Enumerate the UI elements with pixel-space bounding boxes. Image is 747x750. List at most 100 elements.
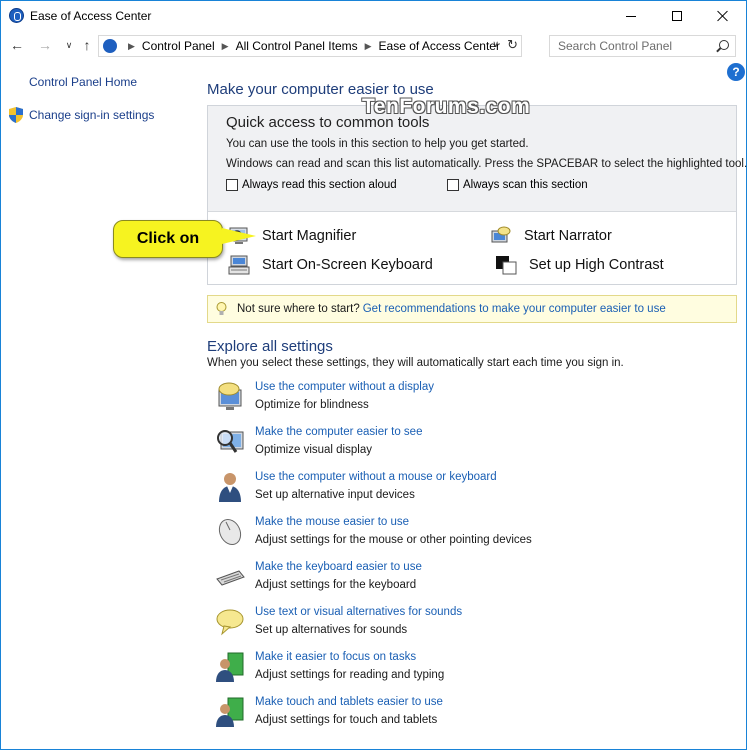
setting-sound-alternatives-desc: Set up alternatives for sounds [255,624,408,636]
setting-focus-tasks-desc: Adjust settings for reading and typing [255,669,445,681]
window-title: Ease of Access Center [30,9,152,23]
title-bar: Ease of Access Center [1,1,746,31]
breadcrumb-separator-icon: ▶ [364,40,372,51]
setting-mouse-easier-link[interactable]: Make the mouse easier to use [255,516,409,528]
set-up-high-contrast-button[interactable]: Set up High Contrast [495,255,664,275]
explore-all-settings-subtitle: When you select these settings, they wil… [207,357,624,369]
checkbox-box[interactable] [447,179,459,191]
touch-tablet-icon [216,697,244,727]
setting-without-display: Use the computer without a display Optim… [215,381,715,421]
setting-sound-alternatives-link[interactable]: Use text or visual alternatives for soun… [255,606,462,618]
breadcrumb-separator-icon: ▶ [221,40,229,51]
recommendation-tip-bar: Not sure where to start? Get recommendati… [207,295,737,323]
breadcrumb: ▶ Control Panel ▶ All Control Panel Item… [121,39,500,53]
chevron-down-icon: ∨ [65,39,73,50]
setting-mouse-easier: Make the mouse easier to use Adjust sett… [215,516,715,556]
refresh-icon[interactable]: ↻ [507,37,518,53]
search-icon[interactable] [719,40,729,50]
left-navigation-pane: Control Panel Home Change sign-in settin… [1,59,201,749]
setting-touch-tablets-desc: Adjust settings for touch and tablets [255,714,438,726]
start-on-screen-keyboard-label: Start On-Screen Keyboard [262,257,433,273]
recent-locations-button[interactable]: ∨ [59,35,79,55]
ease-of-access-icon [9,8,24,23]
callout-arrow [222,228,256,244]
forward-button[interactable]: → [35,35,55,55]
setting-without-mouse-keyboard-desc: Set up alternative input devices [255,489,415,501]
tip-question: Not sure where to start? [237,303,360,315]
mouse-icon [218,518,242,546]
setting-keyboard-easier-link[interactable]: Make the keyboard easier to use [255,561,422,573]
setting-easier-to-see-desc: Optimize visual display [255,444,372,456]
setting-without-mouse-keyboard-link[interactable]: Use the computer without a mouse or keyb… [255,471,497,483]
always-scan-label: Always scan this section [463,179,588,191]
quick-access-panel: Quick access to common tools You can use… [207,105,747,285]
focus-tasks-icon [216,652,244,682]
maximize-button[interactable] [654,1,700,31]
always-read-label: Always read this section aloud [242,179,397,191]
click-on-callout: Click on [113,220,223,258]
setting-without-mouse-keyboard: Use the computer without a mouse or keyb… [215,471,715,511]
uac-shield-icon [9,107,23,123]
minimize-button[interactable] [608,1,654,31]
arrow-up-icon: ↑ [83,37,91,53]
maximize-icon [672,11,682,21]
quick-access-header: Quick access to common tools You can use… [208,106,747,212]
control-panel-icon [103,39,117,53]
arrow-right-icon: → [38,37,52,53]
checkbox-box[interactable] [226,179,238,191]
setting-sound-alternatives: Use text or visual alternatives for soun… [215,606,715,646]
setting-easier-to-see: Make the computer easier to see Optimize… [215,426,715,466]
magnifier-monitor-icon [217,430,244,453]
setting-touch-tablets: Make touch and tablets easier to use Adj… [215,696,715,736]
ease-of-access-window: Ease of Access Center ← → ∨ ↑ ▶ Control … [0,0,747,750]
get-recommendations-link[interactable]: Get recommendations to make your compute… [363,303,666,315]
setting-without-display-desc: Optimize for blindness [255,399,369,411]
setting-without-display-link[interactable]: Use the computer without a display [255,381,434,393]
setting-keyboard-easier: Make the keyboard easier to use Adjust s… [215,561,715,601]
start-on-screen-keyboard-button[interactable]: Start On-Screen Keyboard [228,255,433,275]
back-button[interactable]: ← [7,35,27,55]
narrator-icon [491,226,511,243]
start-narrator-button[interactable]: Start Narrator [490,226,612,246]
setting-touch-tablets-link[interactable]: Make touch and tablets easier to use [255,696,443,708]
setting-focus-tasks: Make it easier to focus on tasks Adjust … [215,651,715,691]
watermark: TenForums.com [362,95,531,118]
light-bulb-icon [216,302,227,315]
control-panel-home-link[interactable]: Control Panel Home [29,75,137,89]
set-up-high-contrast-label: Set up High Contrast [529,257,664,273]
breadcrumb-control-panel[interactable]: Control Panel [142,39,215,53]
setting-keyboard-easier-desc: Adjust settings for the keyboard [255,579,417,591]
minimize-icon [626,15,636,17]
explore-all-settings-heading: Explore all settings [207,338,333,355]
speech-bubble-icon [216,609,244,636]
tip-text: Not sure where to start? Get recommendati… [237,303,666,315]
start-magnifier-label: Start Magnifier [262,228,357,244]
person-icon [219,473,241,502]
close-icon [717,10,729,22]
on-screen-keyboard-icon [228,255,250,275]
address-bar[interactable]: ▶ Control Panel ▶ All Control Panel Item… [98,35,522,57]
quick-access-intro: You can use the tools in this section to… [226,138,529,150]
setting-mouse-easier-desc: Adjust settings for the mouse or other p… [255,534,532,546]
address-dropdown-icon[interactable]: ∨ [492,39,499,50]
quick-access-scan-note: Windows can read and scan this list auto… [226,158,747,170]
breadcrumb-separator-icon: ▶ [128,40,135,51]
breadcrumb-ease-of-access[interactable]: Ease of Access Center [379,39,500,53]
high-contrast-icon [496,256,517,275]
up-button[interactable]: ↑ [77,35,97,55]
setting-focus-tasks-link[interactable]: Make it easier to focus on tasks [255,651,416,663]
setting-easier-to-see-link[interactable]: Make the computer easier to see [255,426,422,438]
arrow-left-icon: ← [10,37,24,53]
breadcrumb-all-items[interactable]: All Control Panel Items [236,39,358,53]
start-narrator-label: Start Narrator [524,228,612,244]
always-scan-checkbox[interactable]: Always scan this section [447,179,588,191]
change-sign-in-settings-link[interactable]: Change sign-in settings [29,108,154,122]
monitor-speech-icon [218,382,242,410]
help-icon[interactable]: ? [727,63,745,81]
always-read-checkbox[interactable]: Always read this section aloud [226,179,397,191]
keyboard-icon [216,570,245,586]
search-input[interactable] [550,36,710,56]
search-box[interactable] [549,35,736,57]
navigation-bar: ← → ∨ ↑ ▶ Control Panel ▶ All Control Pa… [1,31,746,59]
close-button[interactable] [700,1,746,31]
